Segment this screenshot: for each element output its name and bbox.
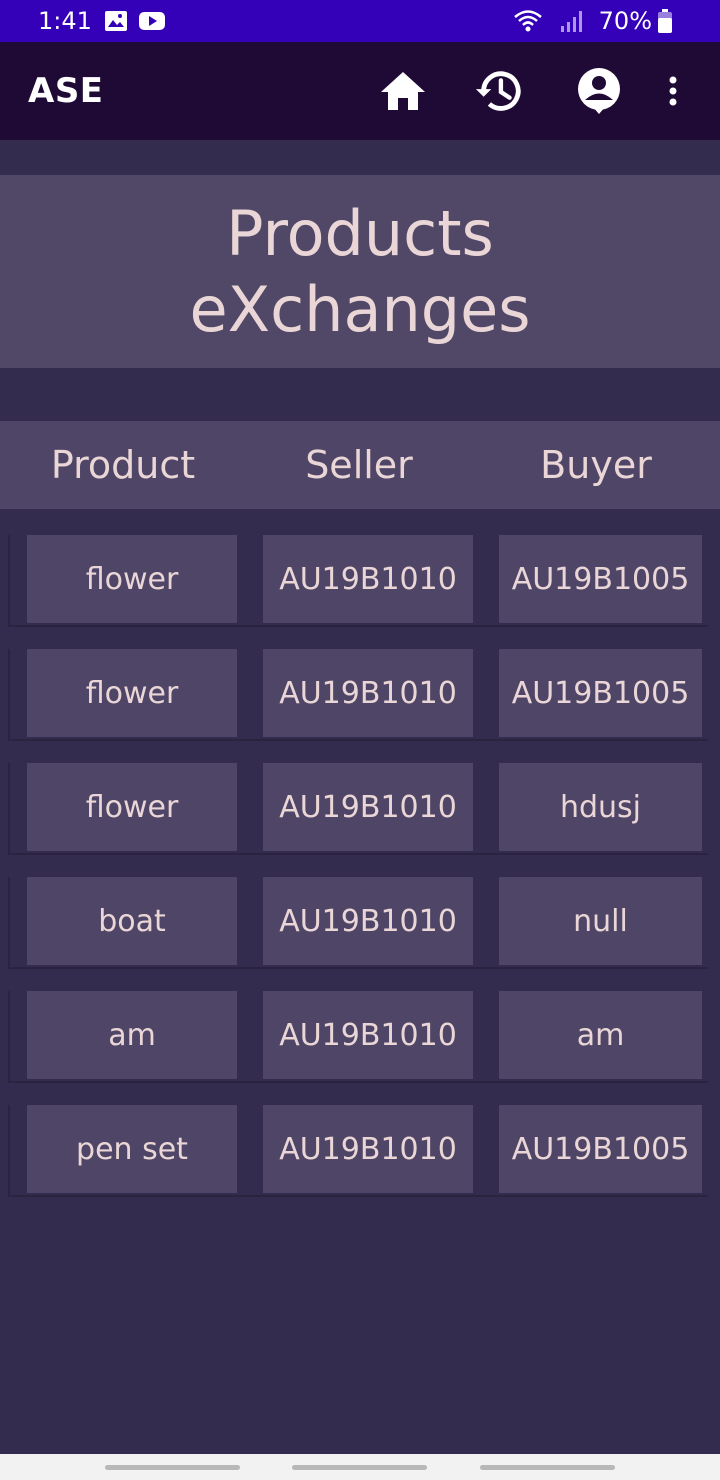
product-cell: flower	[27, 535, 237, 623]
product-cell: flower	[27, 763, 237, 851]
home-button[interactable]	[378, 66, 428, 116]
product-cell: flower	[27, 649, 237, 737]
buyer-cell: AU19B1005	[499, 535, 702, 623]
account-icon	[578, 68, 620, 114]
column-header-buyer: Buyer	[540, 443, 652, 487]
product-cell: am	[27, 991, 237, 1079]
table-row[interactable]: flower AU19B1010 AU19B1005	[8, 535, 708, 627]
table-row[interactable]: flower AU19B1010 hdusj	[8, 763, 708, 855]
seller-cell: AU19B1010	[263, 1105, 473, 1193]
nav-home-handle[interactable]	[292, 1465, 427, 1470]
product-cell: boat	[27, 877, 237, 965]
table-row[interactable]: boat AU19B1010 null	[8, 877, 708, 969]
more-vert-icon	[669, 76, 677, 106]
table-row[interactable]: am AU19B1010 am	[8, 991, 708, 1083]
product-cell: pen set	[27, 1105, 237, 1193]
buyer-cell: hdusj	[499, 763, 702, 851]
battery-percent: 70%	[598, 7, 652, 35]
buyer-cell: AU19B1005	[499, 649, 702, 737]
nav-back-handle[interactable]	[480, 1465, 615, 1470]
app-bar: ASE	[0, 42, 720, 140]
seller-cell: AU19B1010	[263, 763, 473, 851]
gallery-notification-icon	[104, 10, 128, 32]
battery-icon	[658, 9, 672, 33]
nav-recents-handle[interactable]	[105, 1465, 240, 1470]
column-header-seller: Seller	[305, 443, 413, 487]
buyer-cell: AU19B1005	[499, 1105, 702, 1193]
account-button[interactable]	[574, 66, 624, 116]
youtube-notification-icon	[138, 11, 166, 31]
app-title: ASE	[28, 71, 104, 111]
seller-cell: AU19B1010	[263, 649, 473, 737]
buyer-cell: am	[499, 991, 702, 1079]
seller-cell: AU19B1010	[263, 991, 473, 1079]
status-time: 1:41	[38, 7, 92, 35]
column-header-product: Product	[50, 443, 196, 487]
buyer-cell: null	[499, 877, 702, 965]
home-icon	[381, 72, 425, 110]
seller-cell: AU19B1010	[263, 535, 473, 623]
more-options-button[interactable]	[656, 66, 690, 116]
page-title: Products eXchanges	[0, 175, 720, 368]
history-button[interactable]	[474, 66, 524, 116]
table-row[interactable]: pen set AU19B1010 AU19B1005	[8, 1105, 708, 1197]
page-title-line2: eXchanges	[189, 272, 531, 346]
system-navigation-bar	[0, 1454, 720, 1480]
table-header: Product Seller Buyer	[0, 421, 720, 509]
page-title-line1: Products	[226, 196, 494, 270]
history-icon	[475, 71, 521, 111]
status-bar: 1:41 70%	[0, 0, 720, 42]
table-row[interactable]: flower AU19B1010 AU19B1005	[8, 649, 708, 741]
seller-cell: AU19B1010	[263, 877, 473, 965]
wifi-icon	[513, 9, 543, 33]
signal-icon	[559, 9, 583, 33]
